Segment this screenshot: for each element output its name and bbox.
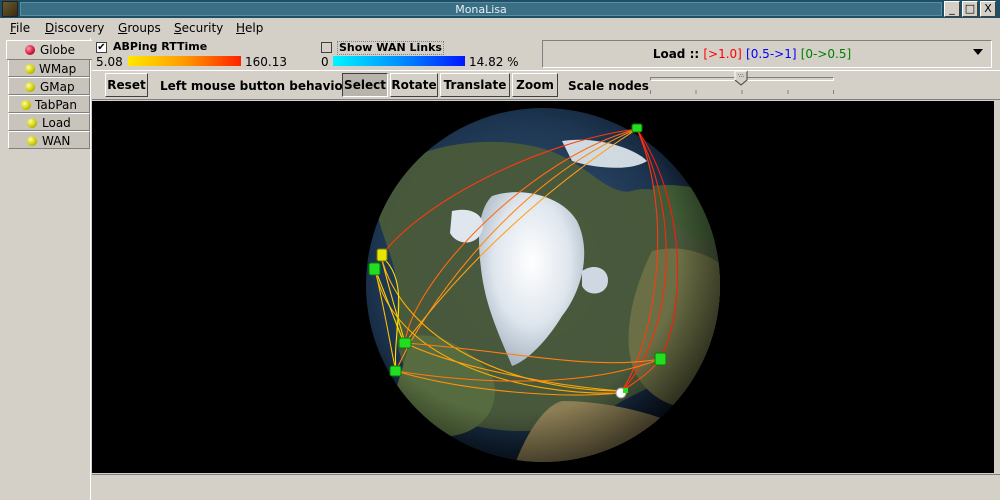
slider-thumb[interactable] [734, 70, 748, 86]
menu-bar: File Discovery Groups Security Help [0, 18, 1000, 38]
status-dot-icon [27, 136, 37, 146]
select-button[interactable]: Select [342, 73, 388, 97]
menu-help[interactable]: Help [236, 20, 263, 36]
abping-max: 160.13 [245, 55, 287, 69]
tab-label: Load [42, 116, 71, 130]
minimize-button[interactable]: _ [944, 1, 960, 17]
load-filter-dropdown[interactable]: Load :: [>1.0] [0.5->1] [0->0.5] [542, 40, 992, 68]
menu-groups-label: roups [127, 21, 161, 35]
wan-label: Show WAN Links [337, 41, 444, 55]
slider-ticks [650, 90, 834, 94]
tab-wmap[interactable]: WMap [8, 59, 90, 77]
tab-load[interactable]: Load [8, 113, 90, 131]
tab-tabpan[interactable]: TabPan [8, 95, 90, 113]
menu-file-label: ile [16, 21, 31, 35]
translate-button[interactable]: Translate [440, 73, 510, 97]
reset-button[interactable]: Reset [105, 73, 148, 97]
menu-discovery-mnemonic: D [45, 21, 55, 35]
menu-security[interactable]: Security [174, 20, 223, 36]
tab-gmap[interactable]: GMap [8, 77, 90, 95]
status-dot-icon [25, 82, 35, 92]
abping-checkbox[interactable]: ✔ [96, 42, 107, 53]
abping-min: 5.08 [96, 55, 123, 69]
abping-gradient [128, 56, 241, 66]
status-dot-icon [27, 118, 37, 128]
close-button[interactable]: X [980, 1, 996, 17]
tab-label: WAN [42, 134, 71, 148]
scale-nodes-label: Scale nodes [568, 79, 649, 93]
tab-label: Globe [40, 43, 75, 57]
tab-label: WMap [39, 62, 77, 76]
load-mid: [0.5->1] [746, 47, 797, 61]
load-high: [>1.0] [703, 47, 742, 61]
abping-label: ABPing RTTime [113, 40, 208, 53]
menu-discovery[interactable]: Discovery [45, 20, 104, 36]
menu-security-mnemonic: S [174, 21, 182, 35]
left-tab-panel: Globe WMap GMap TabPan Load WAN [0, 38, 92, 500]
load-prefix: Load :: [652, 47, 704, 61]
tab-label: GMap [40, 80, 75, 94]
toolbar: Reset Left mouse button behavior: Select… [92, 70, 1000, 100]
zoom-button[interactable]: Zoom [512, 73, 558, 97]
wan-max: 14.82 % [469, 55, 519, 69]
menu-help-label: elp [245, 21, 264, 35]
check-mark-icon: ✔ [97, 42, 106, 53]
app-icon[interactable] [2, 1, 18, 17]
chevron-down-icon[interactable] [973, 49, 983, 55]
wan-gradient [333, 56, 465, 66]
wan-checkbox[interactable] [321, 42, 332, 53]
status-bar [92, 474, 1000, 494]
tab-label: TabPan [35, 98, 77, 112]
status-dot-icon [25, 64, 35, 74]
menu-file[interactable]: File [10, 20, 30, 36]
menu-groups[interactable]: Groups [118, 20, 161, 36]
window-title: MonaLisa [20, 2, 942, 16]
tab-globe[interactable]: Globe [6, 40, 92, 60]
menu-security-label: ecurity [181, 21, 224, 35]
status-dot-icon [21, 100, 31, 110]
load-low: [0->0.5] [800, 47, 852, 61]
tab-wan[interactable]: WAN [8, 131, 90, 149]
load-legend: Load :: [>1.0] [0.5->1] [0->0.5] [543, 47, 961, 61]
menu-discovery-label: iscovery [54, 21, 105, 35]
rotate-button[interactable]: Rotate [390, 73, 438, 97]
globe-canvas [366, 108, 720, 462]
menu-help-mnemonic: H [236, 21, 246, 35]
maximize-button[interactable]: □ [962, 1, 978, 17]
status-dot-icon [25, 45, 35, 55]
title-bar: MonaLisa _ □ X [0, 0, 1000, 18]
menu-groups-mnemonic: G [118, 21, 128, 35]
wan-min: 0 [321, 55, 329, 69]
behavior-label: Left mouse button behavior: [160, 79, 354, 93]
globe-viewport[interactable] [92, 101, 994, 473]
